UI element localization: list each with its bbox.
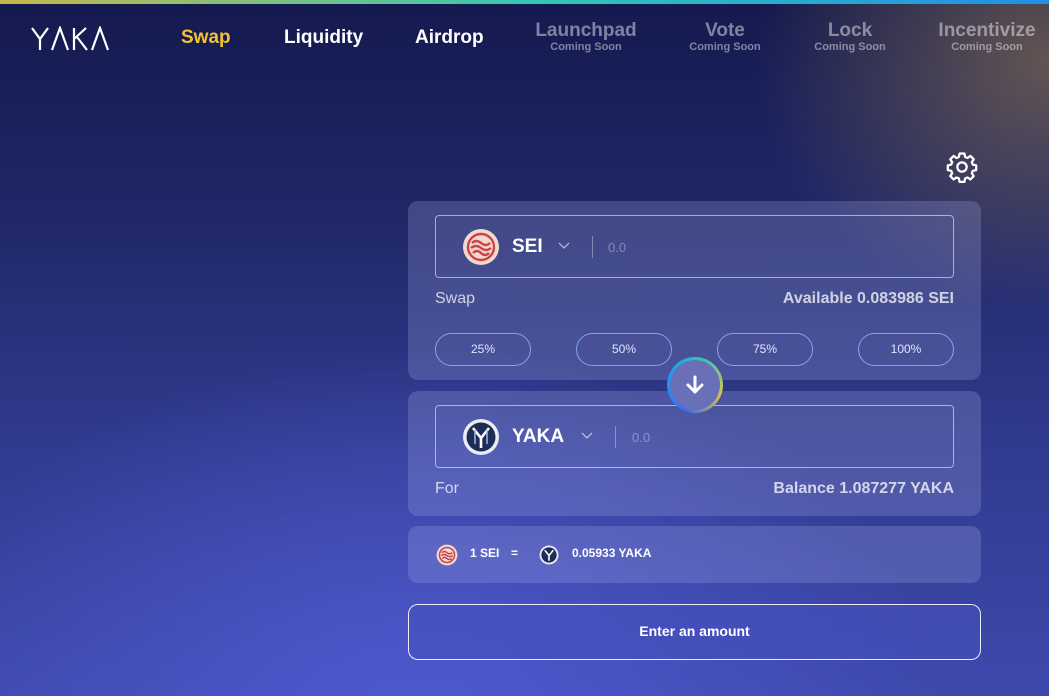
- nav-liquidity[interactable]: Liquidity: [284, 27, 363, 49]
- nav-airdrop[interactable]: Airdrop: [415, 27, 484, 49]
- yaka-token-icon[interactable]: [462, 418, 500, 456]
- from-amount-input[interactable]: [608, 233, 908, 261]
- yaka-logo[interactable]: [30, 26, 114, 52]
- nav-swap[interactable]: Swap: [181, 27, 231, 49]
- rate-to: 0.05933 YAKA: [572, 546, 652, 560]
- available-balance: Available 0.083986 SEI: [782, 290, 954, 307]
- percent-25-button[interactable]: 25%: [435, 333, 531, 366]
- from-label: Swap: [435, 290, 476, 307]
- switch-tokens-inner: [670, 360, 720, 410]
- to-amount-input[interactable]: [632, 423, 932, 451]
- coming-soon-label: Coming Soon: [550, 41, 622, 53]
- switch-tokens-button[interactable]: [667, 357, 723, 413]
- rate-from: 1 SEI: [470, 546, 500, 560]
- percent-50-button[interactable]: 50%: [576, 333, 672, 366]
- exchange-rate-panel: 1 SEI = 0.05933 YAKA: [408, 526, 981, 583]
- to-balance: Balance 1.087277 YAKA: [773, 480, 954, 497]
- swap-from-panel: SEI Swap Available 0.083986 SEI 25% 50% …: [408, 201, 981, 380]
- percent-75-button[interactable]: 75%: [717, 333, 813, 366]
- from-token-field: SEI: [435, 215, 954, 278]
- field-divider: [592, 236, 593, 258]
- arrow-down-icon: [686, 375, 704, 394]
- yaka-token-icon: [539, 545, 559, 565]
- enter-amount-button[interactable]: Enter an amount: [408, 604, 981, 660]
- gear-icon[interactable]: [945, 150, 979, 184]
- percent-100-button[interactable]: 100%: [858, 333, 954, 366]
- field-divider: [615, 426, 616, 448]
- nav-lock-label: Lock: [827, 20, 873, 41]
- nav-incentivize-label: Incentivize: [938, 20, 1036, 41]
- top-accent-bar: [0, 0, 1049, 4]
- nav-launchpad[interactable]: Launchpad Coming Soon: [535, 20, 637, 53]
- sei-token-icon: [436, 544, 458, 566]
- nav-launchpad-label: Launchpad: [535, 20, 637, 41]
- chevron-down-icon[interactable]: [581, 431, 593, 441]
- coming-soon-label: Coming Soon: [689, 41, 761, 53]
- to-label: For: [435, 480, 459, 497]
- from-token-name[interactable]: SEI: [512, 236, 543, 258]
- coming-soon-label: Coming Soon: [951, 41, 1023, 53]
- rate-equals: =: [511, 546, 519, 560]
- nav-vote-label: Vote: [705, 20, 745, 41]
- nav-lock[interactable]: Lock Coming Soon: [810, 20, 890, 53]
- to-token-name[interactable]: YAKA: [512, 426, 564, 448]
- to-token-field: YAKA: [435, 405, 954, 468]
- nav-vote[interactable]: Vote Coming Soon: [685, 20, 765, 53]
- chevron-down-icon[interactable]: [558, 241, 570, 251]
- coming-soon-label: Coming Soon: [814, 41, 886, 53]
- nav-incentivize[interactable]: Incentivize Coming Soon: [937, 20, 1037, 53]
- sei-token-icon[interactable]: [462, 228, 500, 266]
